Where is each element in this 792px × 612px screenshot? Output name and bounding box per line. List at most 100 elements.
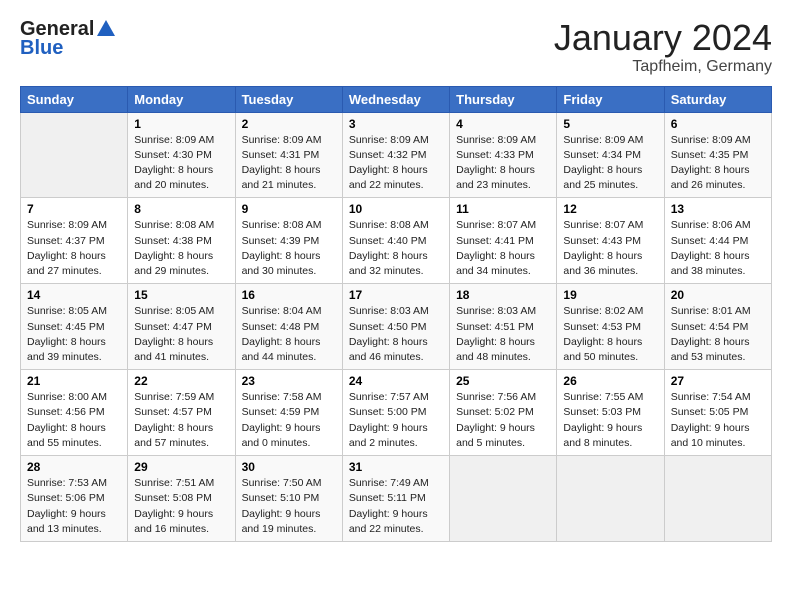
table-row: 2 Sunrise: 8:09 AM Sunset: 4:31 PM Daylig… bbox=[235, 112, 342, 198]
header-monday: Monday bbox=[128, 86, 235, 112]
day-number: 15 bbox=[134, 288, 228, 302]
day-number: 31 bbox=[349, 460, 443, 474]
day-info: Sunrise: 7:55 AM Sunset: 5:03 PM Dayligh… bbox=[563, 390, 657, 451]
table-row: 14 Sunrise: 8:05 AM Sunset: 4:45 PM Dayli… bbox=[21, 284, 128, 370]
day-number: 18 bbox=[456, 288, 550, 302]
day-number: 12 bbox=[563, 202, 657, 216]
day-number: 26 bbox=[563, 374, 657, 388]
day-number: 4 bbox=[456, 117, 550, 131]
table-row: 23 Sunrise: 7:58 AM Sunset: 4:59 PM Dayli… bbox=[235, 370, 342, 456]
calendar-header-row: Sunday Monday Tuesday Wednesday Thursday… bbox=[21, 86, 772, 112]
day-info: Sunrise: 8:06 AM Sunset: 4:44 PM Dayligh… bbox=[671, 218, 765, 279]
day-info: Sunrise: 8:08 AM Sunset: 4:39 PM Dayligh… bbox=[242, 218, 336, 279]
day-number: 22 bbox=[134, 374, 228, 388]
table-row: 10Sunrise: 8:08 AM Sunset: 4:40 PM Dayli… bbox=[342, 198, 449, 284]
day-number: 17 bbox=[349, 288, 443, 302]
table-row: 28 Sunrise: 7:53 AM Sunset: 5:06 PM Dayli… bbox=[21, 456, 128, 542]
day-number: 7 bbox=[27, 202, 121, 216]
table-row: 9 Sunrise: 8:08 AM Sunset: 4:39 PM Daylig… bbox=[235, 198, 342, 284]
header-thursday: Thursday bbox=[450, 86, 557, 112]
day-number: 29 bbox=[134, 460, 228, 474]
day-info: Sunrise: 8:04 AM Sunset: 4:48 PM Dayligh… bbox=[242, 304, 336, 365]
day-number: 3 bbox=[349, 117, 443, 131]
page-subtitle: Tapfheim, Germany bbox=[554, 58, 772, 76]
logo-blue: Blue bbox=[20, 37, 63, 60]
table-row: 30Sunrise: 7:50 AM Sunset: 5:10 PM Dayli… bbox=[235, 456, 342, 542]
table-row: 6Sunrise: 8:09 AM Sunset: 4:35 PM Daylig… bbox=[664, 112, 771, 198]
table-row: 26 Sunrise: 7:55 AM Sunset: 5:03 PM Dayli… bbox=[557, 370, 664, 456]
table-row: 24 Sunrise: 7:57 AM Sunset: 5:00 PM Dayli… bbox=[342, 370, 449, 456]
calendar-week-4: 28 Sunrise: 7:53 AM Sunset: 5:06 PM Dayli… bbox=[21, 456, 772, 542]
day-info: Sunrise: 8:09 AM Sunset: 4:31 PM Dayligh… bbox=[242, 133, 336, 194]
day-number: 8 bbox=[134, 202, 228, 216]
day-info: Sunrise: 8:07 AM Sunset: 4:43 PM Dayligh… bbox=[563, 218, 657, 279]
table-row: 25 Sunrise: 7:56 AM Sunset: 5:02 PM Dayli… bbox=[450, 370, 557, 456]
calendar-week-1: 7 Sunrise: 8:09 AM Sunset: 4:37 PM Daylig… bbox=[21, 198, 772, 284]
day-info: Sunrise: 8:09 AM Sunset: 4:33 PM Dayligh… bbox=[456, 133, 550, 194]
page-title: January 2024 bbox=[554, 18, 772, 58]
header-tuesday: Tuesday bbox=[235, 86, 342, 112]
day-info: Sunrise: 8:09 AM Sunset: 4:37 PM Dayligh… bbox=[27, 218, 121, 279]
day-number: 28 bbox=[27, 460, 121, 474]
day-info: Sunrise: 8:01 AM Sunset: 4:54 PM Dayligh… bbox=[671, 304, 765, 365]
table-row: 7 Sunrise: 8:09 AM Sunset: 4:37 PM Daylig… bbox=[21, 198, 128, 284]
day-number: 2 bbox=[242, 117, 336, 131]
table-row: 17Sunrise: 8:03 AM Sunset: 4:50 PM Dayli… bbox=[342, 284, 449, 370]
table-row: 18Sunrise: 8:03 AM Sunset: 4:51 PM Dayli… bbox=[450, 284, 557, 370]
logo: General Blue bbox=[20, 18, 117, 60]
day-number: 20 bbox=[671, 288, 765, 302]
day-number: 24 bbox=[349, 374, 443, 388]
table-row: 8 Sunrise: 8:08 AM Sunset: 4:38 PM Daylig… bbox=[128, 198, 235, 284]
calendar-week-0: 1 Sunrise: 8:09 AM Sunset: 4:30 PM Daylig… bbox=[21, 112, 772, 198]
table-row: 20 Sunrise: 8:01 AM Sunset: 4:54 PM Dayli… bbox=[664, 284, 771, 370]
day-number: 9 bbox=[242, 202, 336, 216]
header-friday: Friday bbox=[557, 86, 664, 112]
table-row: 29 Sunrise: 7:51 AM Sunset: 5:08 PM Dayli… bbox=[128, 456, 235, 542]
table-row: 31 Sunrise: 7:49 AM Sunset: 5:11 PM Dayli… bbox=[342, 456, 449, 542]
day-info: Sunrise: 7:51 AM Sunset: 5:08 PM Dayligh… bbox=[134, 476, 228, 537]
day-number: 25 bbox=[456, 374, 550, 388]
table-row: 16 Sunrise: 8:04 AM Sunset: 4:48 PM Dayli… bbox=[235, 284, 342, 370]
day-number: 21 bbox=[27, 374, 121, 388]
table-row: 19 Sunrise: 8:02 AM Sunset: 4:53 PM Dayli… bbox=[557, 284, 664, 370]
header: General Blue January 2024 Tapfheim, Germ… bbox=[20, 18, 772, 76]
day-number: 14 bbox=[27, 288, 121, 302]
day-number: 1 bbox=[134, 117, 228, 131]
day-number: 13 bbox=[671, 202, 765, 216]
table-row: 27Sunrise: 7:54 AM Sunset: 5:05 PM Dayli… bbox=[664, 370, 771, 456]
day-info: Sunrise: 7:54 AM Sunset: 5:05 PM Dayligh… bbox=[671, 390, 765, 451]
header-wednesday: Wednesday bbox=[342, 86, 449, 112]
day-info: Sunrise: 8:00 AM Sunset: 4:56 PM Dayligh… bbox=[27, 390, 121, 451]
day-number: 23 bbox=[242, 374, 336, 388]
day-number: 19 bbox=[563, 288, 657, 302]
day-info: Sunrise: 8:08 AM Sunset: 4:38 PM Dayligh… bbox=[134, 218, 228, 279]
day-info: Sunrise: 7:53 AM Sunset: 5:06 PM Dayligh… bbox=[27, 476, 121, 537]
table-row: 12 Sunrise: 8:07 AM Sunset: 4:43 PM Dayli… bbox=[557, 198, 664, 284]
calendar-table: Sunday Monday Tuesday Wednesday Thursday… bbox=[20, 86, 772, 542]
header-sunday: Sunday bbox=[21, 86, 128, 112]
day-number: 30 bbox=[242, 460, 336, 474]
title-area: January 2024 Tapfheim, Germany bbox=[554, 18, 772, 76]
day-info: Sunrise: 7:56 AM Sunset: 5:02 PM Dayligh… bbox=[456, 390, 550, 451]
day-number: 5 bbox=[563, 117, 657, 131]
page: General Blue January 2024 Tapfheim, Germ… bbox=[0, 0, 792, 612]
day-info: Sunrise: 8:05 AM Sunset: 4:45 PM Dayligh… bbox=[27, 304, 121, 365]
day-info: Sunrise: 7:57 AM Sunset: 5:00 PM Dayligh… bbox=[349, 390, 443, 451]
day-info: Sunrise: 8:09 AM Sunset: 4:30 PM Dayligh… bbox=[134, 133, 228, 194]
day-info: Sunrise: 7:59 AM Sunset: 4:57 PM Dayligh… bbox=[134, 390, 228, 451]
table-row bbox=[21, 112, 128, 198]
table-row: 22 Sunrise: 7:59 AM Sunset: 4:57 PM Dayli… bbox=[128, 370, 235, 456]
day-number: 16 bbox=[242, 288, 336, 302]
table-row: 4 Sunrise: 8:09 AM Sunset: 4:33 PM Daylig… bbox=[450, 112, 557, 198]
table-row: 21 Sunrise: 8:00 AM Sunset: 4:56 PM Dayli… bbox=[21, 370, 128, 456]
table-row: 3Sunrise: 8:09 AM Sunset: 4:32 PM Daylig… bbox=[342, 112, 449, 198]
day-number: 10 bbox=[349, 202, 443, 216]
day-info: Sunrise: 7:49 AM Sunset: 5:11 PM Dayligh… bbox=[349, 476, 443, 537]
day-info: Sunrise: 7:58 AM Sunset: 4:59 PM Dayligh… bbox=[242, 390, 336, 451]
day-number: 6 bbox=[671, 117, 765, 131]
table-row bbox=[557, 456, 664, 542]
day-info: Sunrise: 8:02 AM Sunset: 4:53 PM Dayligh… bbox=[563, 304, 657, 365]
table-row bbox=[664, 456, 771, 542]
table-row: 5Sunrise: 8:09 AM Sunset: 4:34 PM Daylig… bbox=[557, 112, 664, 198]
logo-icon bbox=[95, 18, 117, 40]
